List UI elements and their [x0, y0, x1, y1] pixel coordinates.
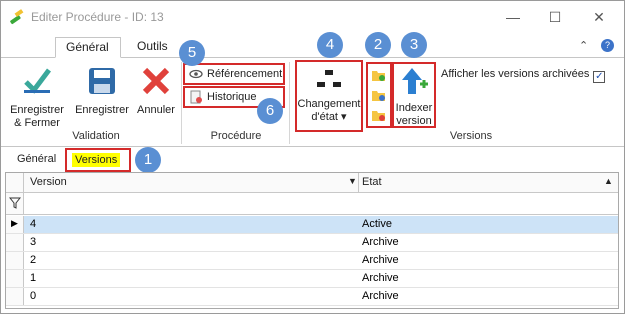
referencing-label: Référencement: [207, 68, 283, 80]
validation-group-label: Validation: [72, 130, 120, 142]
table-row[interactable]: 2 Archive: [6, 252, 618, 270]
ribbon: Enregistrer & Fermer Enregistrer Annuler…: [1, 32, 624, 147]
group-divider: [181, 62, 182, 144]
version-cell: 4: [30, 218, 37, 230]
close-button[interactable]: ✕: [579, 5, 619, 29]
table-row[interactable]: 3 Archive: [6, 234, 618, 252]
index-version-label: Indexer version: [395, 102, 433, 127]
eye-icon: [189, 69, 203, 79]
state-diagram-icon: [317, 70, 341, 87]
folder-add-icon[interactable]: [371, 68, 386, 82]
version-cell: 1: [30, 272, 37, 284]
state-cell: Archive: [362, 236, 399, 248]
version-actions-group: [366, 62, 392, 128]
folder-delete-icon[interactable]: [371, 108, 386, 122]
minimize-button[interactable]: —: [493, 5, 533, 29]
row-header-cell: [6, 252, 24, 269]
row-header-cell: [6, 234, 24, 251]
state-cell: Archive: [362, 290, 399, 302]
title-bar: Editer Procédure - ID: 13 — ☐ ✕: [1, 1, 624, 33]
collapse-ribbon-icon[interactable]: ⌃: [579, 39, 588, 52]
tab-outils[interactable]: Outils: [127, 37, 178, 58]
row-header-cell: [6, 270, 24, 287]
tab-general[interactable]: Général: [55, 37, 121, 58]
callout-badge: 3: [401, 32, 427, 58]
table-row[interactable]: 0 Archive: [6, 288, 618, 306]
subtab-general[interactable]: Général: [17, 153, 56, 165]
state-cell: Archive: [362, 272, 399, 284]
sort-ascending-icon[interactable]: ▲: [604, 176, 613, 186]
column-header-version[interactable]: Version: [30, 176, 67, 188]
callout-badge: 2: [365, 32, 391, 58]
version-cell: 2: [30, 254, 37, 266]
filter-icon[interactable]: [9, 197, 21, 209]
callout-badge: 5: [179, 40, 205, 66]
window-title: Editer Procédure - ID: 13: [31, 10, 164, 24]
cancel-x-icon: [142, 67, 170, 95]
change-state-label: Changement d'état ▾: [297, 98, 361, 123]
state-cell: Archive: [362, 254, 399, 266]
versions-grid: Version ▼ Etat ▲ ▶ 4 Active 3 Archive 2 Arch…: [5, 172, 619, 309]
index-version-button[interactable]: Indexer version: [392, 62, 436, 128]
cancel-button[interactable]: Annuler: [135, 64, 177, 117]
folder-edit-icon[interactable]: [371, 88, 386, 102]
row-header-cell: [6, 288, 24, 305]
state-cell: Active: [362, 218, 392, 230]
pencil-app-icon: [10, 9, 24, 25]
editor-window: Editer Procédure - ID: 13 — ☐ ✕ Général …: [0, 0, 625, 314]
table-row[interactable]: 1 Archive: [6, 270, 618, 288]
help-icon[interactable]: ?: [601, 39, 614, 52]
filter-row[interactable]: [6, 193, 618, 215]
floppy-disk-icon: [89, 68, 115, 94]
show-archived-label: Afficher les versions archivées: [441, 68, 590, 80]
save-close-label: Enregistrer & Fermer: [10, 104, 64, 129]
column-divider[interactable]: [358, 173, 359, 193]
table-row[interactable]: ▶ 4 Active: [6, 216, 618, 234]
show-archived-checkbox[interactable]: Afficher les versions archivées ✓: [441, 68, 606, 83]
version-cell: 0: [30, 290, 37, 302]
callout-badge: 4: [317, 32, 343, 58]
save-close-button[interactable]: Enregistrer & Fermer: [7, 64, 67, 130]
callout-badge: 6: [257, 98, 283, 124]
history-label: Historique: [207, 91, 257, 103]
checkbox-checked-icon[interactable]: ✓: [593, 71, 606, 83]
maximize-button[interactable]: ☐: [535, 5, 575, 29]
history-icon: [190, 90, 202, 104]
subtab-versions[interactable]: Versions: [72, 153, 121, 167]
versions-group-label: Versions: [449, 130, 493, 142]
save-close-icon: [24, 68, 51, 94]
version-cell: 3: [30, 236, 37, 248]
filter-dropdown-icon[interactable]: ▼: [348, 176, 357, 186]
ribbon-tabs: Général Outils ⌃ ?: [1, 33, 624, 58]
procedure-group-label: Procédure: [210, 130, 262, 142]
sub-tabs: Général Versions 1: [1, 147, 624, 173]
grid-header: Version ▼ Etat ▲: [6, 173, 618, 193]
row-header-cell: [6, 193, 24, 214]
upload-arrow-icon: [402, 68, 428, 94]
referencing-button[interactable]: Référencement: [183, 63, 285, 85]
save-label: Enregistrer: [75, 104, 129, 116]
callout-badge: 1: [135, 147, 161, 173]
cancel-label: Annuler: [137, 104, 175, 116]
row-header-cell: ▶: [6, 216, 24, 233]
group-divider: [289, 62, 290, 144]
change-state-button[interactable]: Changement d'état ▾: [295, 60, 363, 132]
column-header-state[interactable]: Etat: [362, 176, 382, 188]
save-button[interactable]: Enregistrer: [71, 64, 133, 117]
row-header-corner: [6, 173, 24, 192]
